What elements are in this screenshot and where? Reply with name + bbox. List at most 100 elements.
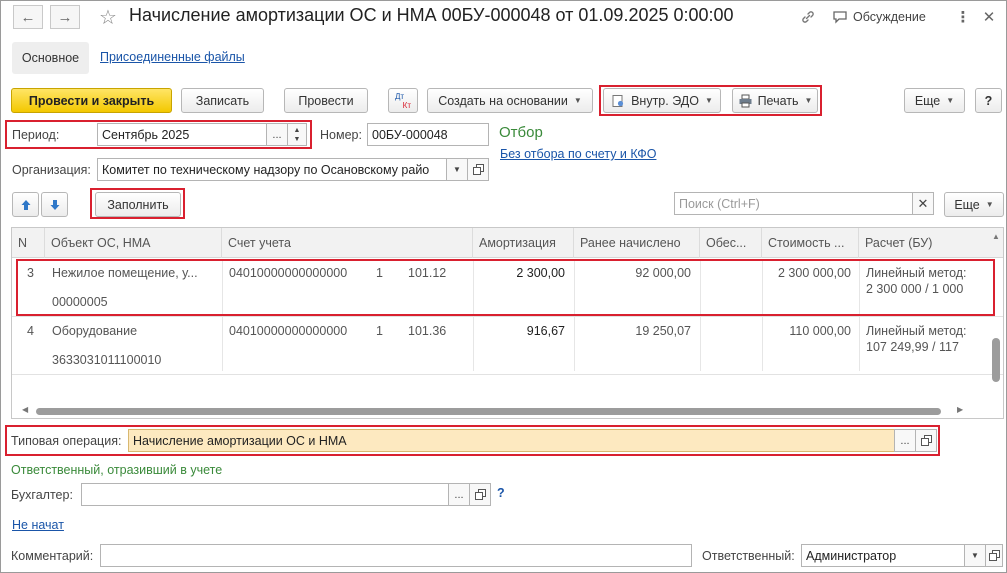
accountant-label: Бухгалтер: (11, 488, 73, 502)
print-button[interactable]: Печать ▼ (732, 88, 818, 113)
filter-title: Отбор (499, 124, 543, 141)
table-more-button[interactable]: Еще ▼ (944, 192, 1004, 217)
column-amortization[interactable]: Амортизация (473, 228, 574, 258)
column-object[interactable]: Объект ОС, НМА (45, 228, 222, 258)
period-stepper[interactable]: ▲ ▼ (287, 123, 307, 146)
row3-calc-line2: 2 300 000 / 1 000 (866, 282, 964, 296)
organization-label: Организация: (12, 163, 91, 177)
move-down-button[interactable] (41, 192, 68, 217)
open-window-icon (988, 550, 1000, 561)
tab-main[interactable]: Основное (12, 42, 89, 74)
number-label: Номер: (320, 128, 362, 142)
search-input[interactable]: Поиск (Ctrl+F) (674, 192, 913, 215)
more-label: Еще (914, 93, 941, 108)
chevron-down-icon: ▼ (704, 96, 713, 105)
column-account[interactable]: Счет учета (222, 228, 473, 258)
row3-account-code: 04010000000000000 (229, 266, 348, 280)
row3-object: Нежилое помещение, у... (52, 266, 198, 280)
fill-button[interactable]: Заполнить (95, 192, 181, 217)
row3-account: 101.12 (408, 266, 447, 280)
more-button[interactable]: Еще ▼ (904, 88, 965, 113)
discussion-button[interactable]: Обсуждение (832, 6, 942, 28)
print-label: Печать (757, 93, 799, 108)
open-window-icon (920, 435, 932, 446)
post-and-close-button[interactable]: Провести и закрыть (11, 88, 172, 113)
arrow-up-icon (21, 199, 30, 210)
column-previous[interactable]: Ранее начислено (574, 228, 700, 258)
comment-input[interactable] (100, 544, 692, 567)
operation-open-button[interactable] (915, 429, 937, 452)
row4-kfo: 1 (376, 324, 383, 338)
accountant-open-button[interactable] (469, 483, 491, 506)
row3-kfo: 1 (376, 266, 383, 280)
row4-account: 101.36 (408, 324, 447, 338)
chevron-down-icon: ▼ (453, 165, 461, 174)
chevron-down-icon: ▼ (946, 96, 955, 105)
horizontal-scrollbar-thumb[interactable] (36, 408, 941, 415)
more-vertical-icon[interactable]: ⋮ (956, 6, 971, 28)
column-security[interactable]: Обес... (700, 228, 762, 258)
document-exchange-icon (612, 94, 624, 107)
help-question-icon[interactable]: ? (497, 486, 505, 500)
dt-label: Дт (395, 91, 405, 101)
organization-input[interactable]: Комитет по техническому надзору по Осано… (97, 158, 447, 181)
responsible-input[interactable]: Администратор (801, 544, 965, 567)
back-button[interactable]: ← (13, 5, 43, 29)
forward-button[interactable]: → (50, 5, 80, 29)
help-button[interactable]: ? (975, 88, 1002, 113)
chevron-down-icon: ▼ (573, 96, 582, 105)
column-divider (859, 259, 860, 371)
move-up-button[interactable] (12, 192, 39, 217)
save-button[interactable]: Записать (181, 88, 264, 113)
search-clear-button[interactable]: ✕ (912, 192, 934, 215)
edo-button[interactable]: Внутр. ЭДО ▼ (603, 88, 721, 113)
row4-n: 4 (27, 324, 34, 338)
row3-previous: 92 000,00 (635, 266, 691, 280)
stepper-up-icon: ▲ (293, 126, 301, 134)
scroll-right-icon[interactable]: ▶ (957, 405, 963, 414)
close-icon[interactable]: ✕ (980, 6, 998, 28)
responsible-open-button[interactable] (985, 544, 1003, 567)
row4-account-code: 04010000000000000 (229, 324, 348, 338)
speech-bubble-icon (833, 11, 847, 24)
operation-select-button[interactable]: ... (894, 429, 916, 452)
row3-cost: 2 300 000,00 (778, 266, 851, 280)
favorite-star-icon[interactable]: ☆ (96, 6, 120, 29)
accountant-select-button[interactable]: ... (448, 483, 470, 506)
dt-kt-button[interactable]: Дт Кт (388, 88, 418, 113)
column-divider (762, 259, 763, 371)
responsible-dropdown[interactable]: ▼ (964, 544, 986, 567)
organization-open-button[interactable] (467, 158, 489, 181)
column-cost[interactable]: Стоимость ... (762, 228, 859, 258)
tab-attached-files[interactable]: Присоединенные файлы (100, 50, 245, 64)
accountant-input[interactable] (81, 483, 449, 506)
create-based-on-button[interactable]: Создать на основании ▼ (427, 88, 593, 113)
chevron-down-icon: ▼ (804, 96, 813, 105)
vertical-scrollbar-thumb[interactable] (992, 338, 1000, 382)
post-button[interactable]: Провести (284, 88, 368, 113)
row3-amortization: 2 300,00 (516, 266, 565, 280)
open-window-icon (472, 164, 484, 175)
row4-calc-line1: Линейный метод: (866, 324, 967, 338)
status-not-started-link[interactable]: Не начат (12, 518, 64, 532)
number-input[interactable]: 00БУ-000048 (367, 123, 489, 146)
row3-n: 3 (27, 266, 34, 280)
clear-icon: ✕ (917, 195, 929, 211)
scroll-left-icon[interactable]: ◀ (22, 405, 28, 414)
stepper-down-icon: ▼ (293, 135, 301, 143)
scroll-up-icon[interactable]: ▲ (991, 232, 1001, 241)
period-select-button[interactable]: ... (266, 123, 288, 146)
link-icon[interactable] (797, 6, 819, 28)
table-header: N Объект ОС, НМА Счет учета Амортизация … (12, 228, 1003, 258)
period-input[interactable]: Сентябрь 2025 (97, 123, 267, 146)
arrow-right-icon: → (57, 8, 73, 26)
printer-icon (739, 94, 752, 107)
column-n[interactable]: N (12, 228, 45, 258)
operation-input[interactable]: Начисление амортизации ОС и НМА (128, 429, 895, 452)
organization-dropdown[interactable]: ▼ (446, 158, 468, 181)
open-window-icon (474, 489, 486, 500)
filter-link[interactable]: Без отбора по счету и КФО (500, 147, 656, 161)
column-calculation[interactable]: Расчет (БУ) (859, 228, 987, 258)
period-label: Период: (12, 128, 60, 142)
depreciation-table[interactable]: N Объект ОС, НМА Счет учета Амортизация … (11, 227, 1004, 419)
